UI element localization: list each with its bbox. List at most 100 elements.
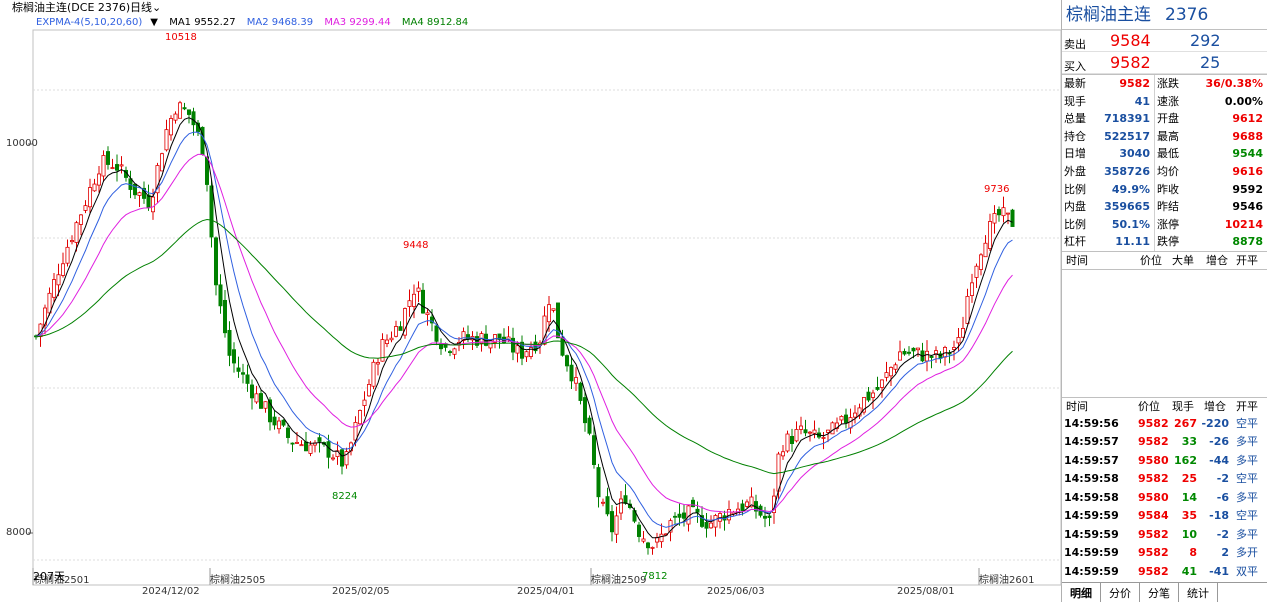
- tab-detail[interactable]: 明细: [1062, 583, 1101, 602]
- stat-label: 最高: [1157, 129, 1179, 143]
- bigorder-list[interactable]: [1062, 268, 1267, 397]
- candle-down: [767, 515, 772, 519]
- candle-up: [812, 429, 817, 434]
- annotation-high: 9448: [403, 240, 429, 251]
- column-header: 增仓: [1206, 253, 1228, 267]
- candle-up: [727, 508, 732, 521]
- buy-row[interactable]: 买入 9582 25: [1062, 52, 1267, 74]
- candle-down: [623, 495, 628, 504]
- tick-row[interactable]: 14:59:58 9582 25 -2 空平: [1062, 470, 1267, 489]
- candle-down: [596, 467, 601, 498]
- candle-down: [434, 325, 439, 342]
- chevron-down-icon: ⌄: [152, 1, 162, 14]
- tick-row[interactable]: 14:59:59 9584 35 -18 空平: [1062, 507, 1267, 526]
- candle-up: [407, 300, 412, 307]
- stat-row: 总量 718391 开盘 9612: [1062, 110, 1267, 128]
- candle-up: [551, 308, 556, 311]
- candle-down: [875, 387, 880, 390]
- candle-down: [115, 164, 120, 171]
- stat-label: 最低: [1157, 147, 1179, 161]
- candle-up: [330, 457, 335, 460]
- candle-down: [236, 367, 241, 372]
- candle-up: [889, 367, 894, 377]
- stat-label: 杠杆: [1064, 235, 1086, 249]
- stat-value: 9592: [1232, 182, 1263, 196]
- candle-up: [362, 399, 367, 406]
- quote-panel: 棕榈油主连 2376 卖出 9584 292 买入 9582 25 最新 9582 涨…: [1062, 0, 1267, 602]
- candle-up: [515, 345, 520, 354]
- candle-down: [587, 417, 592, 434]
- tick-row[interactable]: 14:59:56 9582 267 -220 空平: [1062, 415, 1267, 434]
- candle-down: [592, 435, 597, 466]
- chart-topbar: 棕榈油主连(DCE 2376) 日线⌄: [0, 0, 1062, 16]
- tick-price: 9582: [1138, 546, 1169, 560]
- sell-price: 9584: [1110, 31, 1151, 50]
- stat-value: 9544: [1232, 147, 1263, 161]
- stat-row: 外盘 358726 均价 9616: [1062, 162, 1267, 181]
- candle-down: [929, 355, 934, 358]
- tick-row[interactable]: 14:59:59 9582 10 -2 多平: [1062, 526, 1267, 545]
- candle-up: [619, 498, 624, 514]
- stat-label: 均价: [1157, 164, 1179, 178]
- column-header: 增仓: [1204, 399, 1226, 413]
- stat-label: 比例: [1064, 217, 1086, 231]
- candle-up: [61, 263, 66, 276]
- ma4-line: [35, 218, 1013, 475]
- ma2-value: MA2 9468.39: [246, 17, 314, 28]
- period-selector[interactable]: 日线⌄: [130, 0, 161, 16]
- candle-up: [52, 279, 57, 298]
- candle-down: [646, 542, 651, 549]
- candle-up: [839, 415, 844, 421]
- tick-type: 多开: [1236, 546, 1258, 560]
- tab-ticks[interactable]: 分笔: [1140, 583, 1179, 602]
- candle-up: [389, 337, 394, 341]
- tick-row[interactable]: 14:59:59 9582 41 -41 双平: [1062, 563, 1267, 582]
- candle-down: [272, 416, 277, 426]
- candle-up: [88, 187, 93, 208]
- candle-up: [709, 522, 714, 529]
- sell-row[interactable]: 卖出 9584 292: [1062, 30, 1267, 52]
- candle-down: [763, 515, 768, 519]
- candle-up: [745, 501, 750, 507]
- tick-row[interactable]: 14:59:58 9580 14 -6 多平: [1062, 489, 1267, 508]
- tick-row[interactable]: 14:59:57 9582 33 -26 多平: [1062, 433, 1267, 452]
- tick-type: 多平: [1236, 435, 1258, 449]
- symbol-label[interactable]: 棕榈油主连(DCE 2376): [12, 0, 130, 16]
- stat-label: 现手: [1064, 94, 1086, 108]
- tick-row[interactable]: 14:59:57 9580 162 -44 多平: [1062, 452, 1267, 471]
- chart-canvas[interactable]: [0, 0, 1062, 602]
- tick-volume: 33: [1181, 435, 1197, 449]
- kline-chart[interactable]: 棕榈油主连(DCE 2376) 日线⌄ EXPMA-4(5,10,20,60) ▼…: [0, 0, 1062, 602]
- stat-value: 0.00%: [1224, 94, 1263, 108]
- column-header: 现手: [1172, 399, 1194, 413]
- x-tick-label: 2025/02/05: [332, 586, 390, 597]
- candle-down: [844, 414, 849, 424]
- tick-row[interactable]: 14:59:59 9582 8 2 多开: [1062, 544, 1267, 563]
- y-tick-label: 10000: [6, 138, 38, 149]
- candle-up: [983, 242, 988, 258]
- tick-volume: 25: [1181, 472, 1197, 486]
- candle-up: [101, 155, 106, 177]
- candle-down: [583, 397, 588, 424]
- candle-up: [79, 214, 84, 225]
- stat-label: 总量: [1064, 112, 1086, 126]
- indicator-name[interactable]: EXPMA-4(5,10,20,60): [36, 17, 142, 28]
- dropdown-icon[interactable]: ▼: [150, 17, 158, 28]
- stats-grid: 最新 9582 涨跌 36/0.38% 现手 41 速涨 0.00% 总量 718391 开盘 961…: [1062, 74, 1267, 251]
- candle-down: [398, 326, 403, 331]
- contract-label: 棕榈油2509: [591, 575, 647, 586]
- candle-down: [1010, 209, 1015, 227]
- stat-value: 358726: [1104, 164, 1150, 178]
- annotation-low: 7812: [642, 571, 668, 582]
- ma3-line: [35, 153, 1013, 513]
- ticks-list[interactable]: 14:59:56 9582 267 -220 空平 14:59:57 9582 33 -26 多平…: [1062, 415, 1267, 582]
- stat-label: 速涨: [1157, 94, 1179, 108]
- tab-stats[interactable]: 统计: [1179, 583, 1218, 602]
- candle-down: [209, 185, 214, 238]
- tick-time: 14:59:57: [1064, 453, 1119, 467]
- candle-down: [317, 437, 322, 442]
- tab-price-dist[interactable]: 分价: [1101, 583, 1140, 602]
- candle-down: [704, 522, 709, 529]
- stat-value: 9612: [1232, 112, 1263, 126]
- candle-up: [713, 515, 718, 528]
